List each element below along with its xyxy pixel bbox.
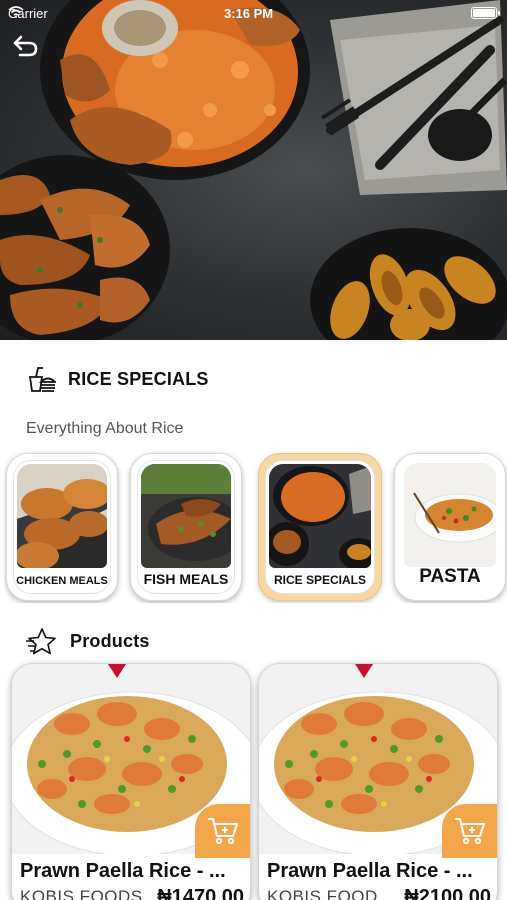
product-name: Prawn Paella Rice - ... xyxy=(267,860,473,882)
category-image-fish xyxy=(141,464,231,568)
category-section-subtitle: Everything About Rice xyxy=(26,420,184,437)
product-name: Prawn Paella Rice - ... xyxy=(20,860,226,882)
add-to-cart-button[interactable] xyxy=(442,804,497,858)
category-card-chicken-meals[interactable]: CHICKEN MEALS xyxy=(6,453,118,601)
carrier-group: Carrier xyxy=(8,6,48,21)
product-vendor: KOBIS FOODS xyxy=(20,887,143,900)
category-card-pasta[interactable]: PASTA xyxy=(394,453,506,601)
category-label: CHICKEN MEALS xyxy=(16,575,108,587)
product-price: ₦1470.00 xyxy=(157,886,244,900)
category-card-rice-specials[interactable]: RICE SPECIALS xyxy=(258,453,382,601)
category-card-fish-meals[interactable]: FISH MEALS xyxy=(130,453,242,601)
category-label: FISH MEALS xyxy=(143,571,229,587)
products-section-title: Products xyxy=(70,630,150,651)
category-image-rice xyxy=(269,464,371,568)
product-vendor: KOBIS FOOD xyxy=(267,887,378,900)
add-to-cart-button[interactable] xyxy=(195,804,250,858)
product-price: ₦2100.00 xyxy=(404,886,491,900)
product-card[interactable]: Prawn Paella Rice - ... KOBIS FOODS ₦147… xyxy=(11,663,251,900)
ribbon-marker xyxy=(108,664,126,678)
products-section-header: Products xyxy=(26,627,150,655)
cart-icon xyxy=(208,818,238,845)
back-button[interactable] xyxy=(12,34,46,68)
category-image-pasta xyxy=(404,463,496,567)
category-carousel[interactable]: CHICKEN MEALS FISH MEALS RICE SPECIALS P… xyxy=(4,451,507,603)
category-label: RICE SPECIALS xyxy=(273,573,366,587)
product-card[interactable]: Prawn Paella Rice - ... KOBIS FOOD ₦2100… xyxy=(258,663,498,900)
back-arrow-icon xyxy=(13,35,38,57)
fast-food-icon xyxy=(28,367,56,392)
star-icon xyxy=(26,628,56,655)
status-bar: Carrier 3:16 PM xyxy=(0,0,507,28)
ribbon-marker xyxy=(355,664,373,678)
status-time: 3:16 PM xyxy=(224,6,274,21)
category-label: PASTA xyxy=(419,566,481,587)
category-section-header: RICE SPECIALS xyxy=(26,365,209,393)
category-section-title: RICE SPECIALS xyxy=(68,368,209,389)
hero-food-illustration xyxy=(0,0,507,340)
wifi-icon xyxy=(8,6,24,18)
battery-icon xyxy=(471,7,500,19)
cart-icon xyxy=(455,818,485,845)
category-image-chicken xyxy=(17,464,107,568)
hero-image: Carrier 3:16 PM xyxy=(0,0,507,340)
